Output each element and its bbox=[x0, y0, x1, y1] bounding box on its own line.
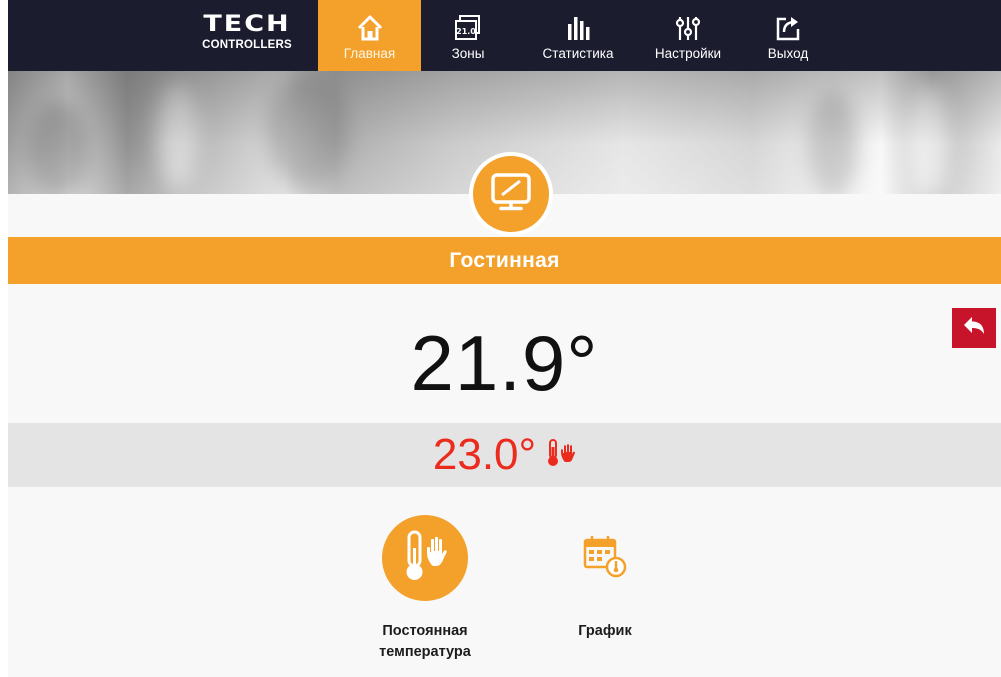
app-frame: TECH CONTROLLERS Главная 21.0 Зоны Стати… bbox=[8, 0, 1001, 677]
thermostat-panel-icon bbox=[489, 170, 533, 219]
nav-item-zones[interactable]: 21.0 Зоны bbox=[428, 0, 508, 71]
nav-item-logout[interactable]: Выход bbox=[748, 0, 828, 71]
statistics-icon bbox=[564, 14, 592, 42]
zone-title: Гостинная bbox=[449, 248, 560, 272]
nav-label-home: Главная bbox=[343, 46, 396, 61]
setpoint-bar[interactable]: 23.0° bbox=[8, 423, 1001, 487]
nav-label-statistics: Статистика bbox=[542, 46, 614, 61]
zones-badge-text: 21.0 bbox=[456, 27, 476, 36]
nav-item-home[interactable]: Главная bbox=[318, 0, 421, 71]
current-temperature: 21.9° bbox=[410, 319, 599, 407]
mode-constant-temperature[interactable]: Постоянная температура bbox=[355, 515, 495, 663]
nav-label-settings: Настройки bbox=[654, 46, 722, 61]
settings-sliders-icon bbox=[674, 14, 702, 42]
setpoint-temperature[interactable]: 23.0° bbox=[433, 430, 536, 480]
hand-icon bbox=[560, 443, 576, 468]
thermometer-icon bbox=[546, 438, 560, 473]
zones-icon: 21.0 bbox=[453, 14, 483, 42]
logo-subtext: CONTROLLERS bbox=[202, 39, 292, 51]
tech-controllers-logo[interactable]: TECH CONTROLLERS bbox=[192, 11, 302, 60]
setpoint-mode-indicator bbox=[546, 438, 576, 473]
schedule-calendar-icon bbox=[580, 531, 630, 586]
top-navigation-bar: TECH CONTROLLERS Главная 21.0 Зоны Стати… bbox=[8, 0, 1001, 71]
nav-label-zones: Зоны bbox=[451, 46, 485, 61]
mode-schedule-label: График bbox=[578, 623, 632, 639]
mode-schedule[interactable]: График bbox=[535, 515, 675, 642]
zone-title-bar: Гостинная bbox=[8, 237, 1001, 284]
constant-temperature-icon bbox=[395, 526, 455, 591]
logout-icon bbox=[774, 14, 802, 42]
mode-schedule-circle[interactable] bbox=[562, 515, 648, 601]
nav-label-logout: Выход bbox=[767, 46, 809, 61]
logo-text: TECH bbox=[203, 11, 291, 37]
nav-item-statistics[interactable]: Статистика bbox=[528, 0, 628, 71]
mode-constant-temperature-label: Постоянная температура bbox=[379, 623, 471, 660]
home-icon bbox=[356, 14, 384, 42]
nav-item-settings[interactable]: Настройки bbox=[638, 0, 738, 71]
mode-constant-temperature-circle[interactable] bbox=[382, 515, 468, 601]
zone-icon-badge bbox=[473, 156, 549, 232]
